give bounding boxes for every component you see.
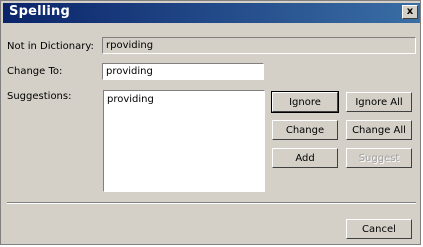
ignore-all-button[interactable]: Ignore All xyxy=(346,92,412,112)
not-in-dictionary-field: rpoviding xyxy=(102,37,416,54)
divider xyxy=(7,202,416,204)
list-item[interactable]: providing xyxy=(107,93,261,106)
change-to-input[interactable] xyxy=(102,63,264,80)
suggestions-list[interactable]: providing xyxy=(103,90,265,192)
suggestions-label: Suggestions: xyxy=(7,91,72,102)
dialog-title: Spelling xyxy=(9,4,71,19)
cancel-button[interactable]: Cancel xyxy=(346,219,412,239)
suggest-button: Suggest xyxy=(346,148,412,168)
title-bar[interactable]: Spelling x xyxy=(3,3,420,23)
change-all-button[interactable]: Change All xyxy=(346,120,412,140)
ignore-button[interactable]: Ignore xyxy=(271,91,339,113)
change-to-label: Change To: xyxy=(7,66,63,77)
spelling-dialog: Spelling x Not in Dictionary: rpoviding … xyxy=(0,0,421,245)
not-in-dictionary-label: Not in Dictionary: xyxy=(7,41,94,52)
change-button[interactable]: Change xyxy=(272,120,338,140)
close-icon[interactable]: x xyxy=(402,5,418,19)
add-button[interactable]: Add xyxy=(272,148,338,168)
